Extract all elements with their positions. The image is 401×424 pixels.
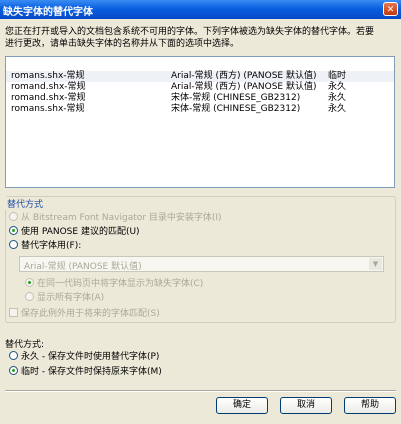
radio-selected-icon — [25, 278, 34, 287]
missing-font-cell: romans.shx-常规 — [11, 104, 85, 114]
substitute-font-value: Arial-常规 (PANOSE 默认值) — [24, 262, 142, 272]
dialog-description: 您正在打开或导入的文档包含系统不可用的字体。下列字体被选为缺失字体的替代字体。若… — [5, 27, 375, 49]
replace-type-cell: 永久 — [328, 82, 347, 92]
radio-temporary-label: 临时 - 保存文件时保持原来字体(M) — [21, 367, 162, 377]
missing-font-cell: romand.shx-常规 — [11, 93, 86, 103]
radio-bitstream-label: 从 Bitstream Font Navigator 目录中安装字体(I) — [21, 213, 222, 223]
help-button[interactable]: 帮助 — [344, 397, 396, 414]
radio-temporary[interactable]: 临时 - 保存文件时保持原来字体(M) — [9, 366, 162, 378]
replace-type-cell: 临时 — [328, 71, 347, 81]
close-button[interactable]: ✕ — [383, 2, 398, 16]
cancel-button[interactable]: 取消 — [280, 397, 332, 414]
substitute-font-select[interactable]: Arial-常规 (PANOSE 默认值) ▼ — [19, 256, 384, 272]
radio-show-all-label: 显示所有字体(A) — [37, 293, 105, 303]
replacement-font-cell: Arial-常规 (西方) (PANOSE 默认值) — [171, 71, 317, 81]
radio-icon — [9, 240, 18, 249]
radio-permanent-label: 永久 - 保存文件时使用替代字体(P) — [21, 352, 160, 362]
table-row[interactable]: romand.shx-常规 Arial-常规 (西方) (PANOSE 默认值)… — [6, 82, 394, 93]
title-bar: 缺失字体的替代字体 ✕ — [0, 0, 401, 19]
radio-use-font[interactable]: 替代字体用(F): — [9, 240, 81, 252]
chevron-down-icon[interactable]: ▼ — [369, 258, 382, 270]
table-row[interactable]: romand.shx-常规 宋体-常规 (CHINESE_GB2312) 永久 — [6, 93, 394, 104]
checkbox-icon — [9, 308, 18, 317]
ok-button[interactable]: 确定 — [216, 397, 268, 414]
radio-panose-label: 使用 PANOSE 建议的匹配(U) — [21, 227, 140, 237]
table-row[interactable]: romans.shx-常规 Arial-常规 (西方) (PANOSE 默认值)… — [6, 71, 394, 82]
radio-use-font-label: 替代字体用(F): — [21, 241, 82, 251]
replace-mode-label: 替代方式: — [5, 340, 45, 350]
radio-bitstream[interactable]: 从 Bitstream Font Navigator 目录中安装字体(I) — [9, 212, 222, 224]
group-legend: 替代方式 — [5, 197, 46, 210]
checkbox-save-exception-label: 保存此例外用于将来的字体匹配(S) — [21, 309, 160, 319]
close-icon: ✕ — [386, 5, 395, 15]
radio-selected-icon — [9, 226, 18, 235]
missing-font-cell: romand.shx-常规 — [11, 82, 86, 92]
radio-icon — [25, 292, 34, 301]
divider — [5, 390, 396, 392]
window-title: 缺失字体的替代字体 — [3, 7, 93, 18]
radio-show-in-codepage[interactable]: 在同一代码页中将字体显示为缺失字体(C) — [25, 278, 203, 290]
font-substitution-list[interactable]: romans.shx-常规 Arial-常规 (西方) (PANOSE 默认值)… — [5, 56, 395, 188]
checkbox-save-exception[interactable]: 保存此例外用于将来的字体匹配(S) — [9, 308, 160, 320]
radio-permanent[interactable]: 永久 - 保存文件时使用替代字体(P) — [9, 351, 159, 363]
radio-show-in-codepage-label: 在同一代码页中将字体显示为缺失字体(C) — [37, 279, 204, 289]
radio-panose[interactable]: 使用 PANOSE 建议的匹配(U) — [9, 226, 140, 238]
replacement-font-cell: Arial-常规 (西方) (PANOSE 默认值) — [171, 82, 317, 92]
missing-font-cell: romans.shx-常规 — [11, 71, 85, 81]
replacement-font-cell: 宋体-常规 (CHINESE_GB2312) — [171, 93, 301, 103]
radio-icon — [9, 351, 18, 360]
replacement-font-cell: 宋体-常规 (CHINESE_GB2312) — [171, 104, 301, 114]
replace-type-cell: 永久 — [328, 93, 347, 103]
table-row[interactable]: romans.shx-常规 宋体-常规 (CHINESE_GB2312) 永久 — [6, 104, 394, 115]
radio-show-all[interactable]: 显示所有字体(A) — [25, 292, 104, 304]
radio-selected-icon — [9, 366, 18, 375]
radio-icon — [9, 212, 18, 221]
replace-type-cell: 永久 — [328, 104, 347, 114]
